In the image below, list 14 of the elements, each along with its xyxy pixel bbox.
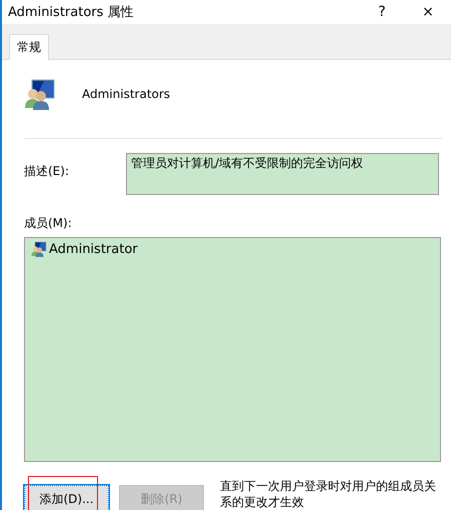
window-title: Administrators 属性	[8, 4, 135, 21]
tab[interactable]: 常规	[9, 34, 49, 60]
users-icon	[24, 78, 56, 110]
description-label: 描述(E):	[24, 163, 70, 180]
add-button[interactable]: 添加(D)...	[24, 485, 109, 510]
members-list[interactable]: Administrator	[24, 237, 441, 462]
members-label: 成员(M):	[24, 215, 73, 232]
member-item[interactable]: Administrator	[31, 241, 434, 257]
group-name: Administrators	[82, 87, 170, 101]
close-button[interactable]: ×	[405, 4, 451, 20]
user-icon	[31, 241, 47, 257]
description-field[interactable]: 管理员对计算机/域有不受限制的完全访问权	[126, 153, 439, 195]
note-text: 直到下一次用户登录时对用户的组成员关系的更改才生效	[220, 478, 437, 510]
help-button[interactable]: ?	[359, 4, 405, 20]
